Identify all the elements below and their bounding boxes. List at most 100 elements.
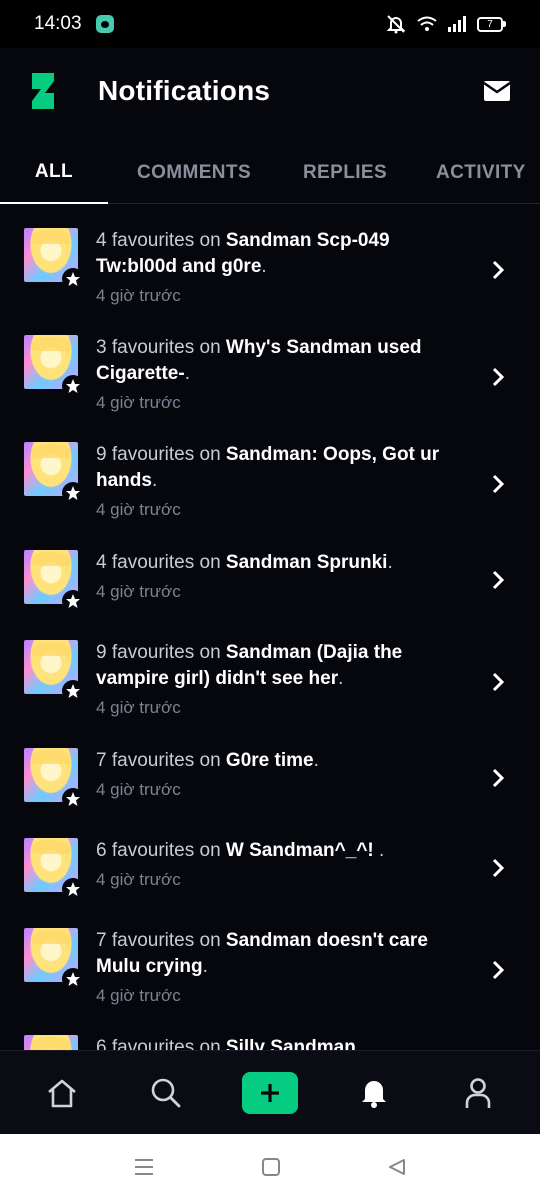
notification-text: 9 favourites on Sandman: Oops, Got ur ha… xyxy=(96,442,466,520)
back-triangle-icon[interactable] xyxy=(387,1157,407,1177)
chevron-right-icon[interactable] xyxy=(488,260,508,280)
bell-icon xyxy=(362,1080,386,1108)
battery-icon: 7 xyxy=(477,16,506,32)
star-badge-icon xyxy=(62,268,84,290)
notification-item[interactable]: 4 favourites on Sandman Scp-049 Tw:bl00d… xyxy=(0,228,540,323)
home-square-icon[interactable] xyxy=(261,1157,281,1177)
deviation-title[interactable]: Sandman Sprunki xyxy=(226,552,388,573)
app-notification-icon xyxy=(95,15,114,33)
notification-item[interactable]: 7 favourites on Sandman doesn't care Mul… xyxy=(0,928,540,1023)
tab-activity[interactable]: ACTIVITY xyxy=(410,142,540,204)
nav-search-button[interactable] xyxy=(136,1063,196,1123)
notification-time: 4 giờ trước xyxy=(96,870,181,889)
bottom-nav xyxy=(0,1050,540,1134)
mute-bell-icon xyxy=(386,15,406,34)
battery-level: 7 xyxy=(477,16,503,32)
notification-list: 4 favourites on Sandman Scp-049 Tw:bl00d… xyxy=(0,204,540,1050)
deviation-title[interactable]: Silly Sandman xyxy=(226,1037,356,1050)
system-nav-bar xyxy=(0,1134,540,1200)
star-badge-icon xyxy=(62,482,84,504)
tab-replies[interactable]: REPLIES xyxy=(280,142,410,204)
notification-time: 4 giờ trước xyxy=(96,698,181,717)
status-bar: 14:03 7 xyxy=(0,0,540,48)
notification-item[interactable]: 6 favourites on Silly Sandman xyxy=(0,1035,540,1050)
signal-icon xyxy=(448,16,466,32)
notification-item[interactable]: 4 favourites on Sandman Sprunki. 4 giờ t… xyxy=(0,550,540,620)
tab-comments[interactable]: COMMENTS xyxy=(108,142,280,204)
notification-text: 7 favourites on Sandman doesn't care Mul… xyxy=(96,928,466,1006)
notification-time: 4 giờ trước xyxy=(96,500,181,519)
notification-text: 6 favourites on Silly Sandman xyxy=(96,1035,466,1050)
suffix: . xyxy=(338,668,344,689)
chevron-right-icon[interactable] xyxy=(488,768,508,788)
avatar xyxy=(24,1035,78,1050)
favourite-count: 9 favourites on xyxy=(96,444,226,465)
notification-item[interactable]: 3 favourites on Why's Sandman used Cigar… xyxy=(0,335,540,430)
star-badge-icon xyxy=(62,375,84,397)
favourite-count: 4 favourites on xyxy=(96,230,226,251)
wifi-icon xyxy=(417,16,437,31)
favourite-count: 4 favourites on xyxy=(96,552,226,573)
notification-item[interactable]: 7 favourites on G0re time. 4 giờ trước xyxy=(0,748,540,818)
app-header: Notifications xyxy=(0,48,540,134)
notification-time: 4 giờ trước xyxy=(96,780,181,799)
notification-text: 4 favourites on Sandman Sprunki. 4 giờ t… xyxy=(96,550,466,602)
suffix: . xyxy=(261,256,267,277)
plus-icon xyxy=(261,1083,279,1102)
page-title: Notifications xyxy=(98,75,271,106)
chevron-right-icon[interactable] xyxy=(488,858,508,878)
favourite-count: 6 favourites on xyxy=(96,840,226,861)
notification-item[interactable]: 9 favourites on Sandman: Oops, Got ur ha… xyxy=(0,442,540,537)
chevron-right-icon[interactable] xyxy=(488,570,508,590)
chevron-right-icon[interactable] xyxy=(488,474,508,494)
recents-menu-icon[interactable] xyxy=(133,1158,155,1176)
favourite-count: 3 favourites on xyxy=(96,337,226,358)
suffix: . xyxy=(313,750,319,771)
notification-item[interactable]: 6 favourites on W Sandman^_^! . 4 giờ tr… xyxy=(0,838,540,908)
status-time: 14:03 xyxy=(34,13,82,34)
star-badge-icon xyxy=(62,878,84,900)
notification-time: 4 giờ trước xyxy=(96,582,181,601)
suffix: . xyxy=(184,363,190,384)
notification-time: 4 giờ trước xyxy=(96,286,181,305)
favourite-count: 6 favourites on xyxy=(96,1037,226,1050)
nav-home-button[interactable] xyxy=(32,1063,92,1123)
suffix: . xyxy=(387,552,393,573)
notification-text: 7 favourites on G0re time. 4 giờ trước xyxy=(96,748,466,800)
notification-text: 3 favourites on Why's Sandman used Cigar… xyxy=(96,335,466,413)
deviation-title[interactable]: G0re time xyxy=(226,750,314,771)
search-icon xyxy=(151,1078,181,1107)
favourite-count: 7 favourites on xyxy=(96,930,226,951)
favourite-count: 7 favourites on xyxy=(96,750,226,771)
notification-text: 6 favourites on W Sandman^_^! . 4 giờ tr… xyxy=(96,838,466,890)
chevron-right-icon[interactable] xyxy=(488,672,508,692)
add-button[interactable] xyxy=(242,1071,298,1114)
chevron-right-icon[interactable] xyxy=(488,367,508,387)
star-badge-icon xyxy=(62,968,84,990)
chevron-right-icon[interactable] xyxy=(488,960,508,980)
mail-icon xyxy=(484,81,510,101)
notification-time: 4 giờ trước xyxy=(96,986,181,1005)
favourite-count: 9 favourites on xyxy=(96,642,226,663)
tab-bar: ALL COMMENTS REPLIES ACTIVITY xyxy=(0,142,540,204)
notification-time: 4 giờ trước xyxy=(96,393,181,412)
suffix: . xyxy=(373,840,385,861)
profile-icon xyxy=(465,1077,491,1108)
home-icon xyxy=(48,1079,76,1107)
nav-create-button[interactable] xyxy=(240,1063,300,1123)
messages-button[interactable] xyxy=(482,76,512,106)
tab-all[interactable]: ALL xyxy=(0,142,108,204)
deviation-title[interactable]: W Sandman^_^! xyxy=(226,840,374,861)
suffix: . xyxy=(151,470,158,491)
notification-text: 4 favourites on Sandman Scp-049 Tw:bl00d… xyxy=(96,228,466,306)
deviantart-logo-icon[interactable] xyxy=(28,71,58,111)
suffix: . xyxy=(202,956,208,977)
status-icons: 7 xyxy=(385,14,506,34)
star-badge-icon xyxy=(62,788,84,810)
nav-profile-button[interactable] xyxy=(448,1063,508,1123)
star-badge-icon xyxy=(62,680,84,702)
notification-item[interactable]: 9 favourites on Sandman (Dajia the vampi… xyxy=(0,640,540,735)
nav-notifications-button[interactable] xyxy=(344,1063,404,1123)
star-badge-icon xyxy=(62,590,84,612)
notification-text: 9 favourites on Sandman (Dajia the vampi… xyxy=(96,640,466,718)
